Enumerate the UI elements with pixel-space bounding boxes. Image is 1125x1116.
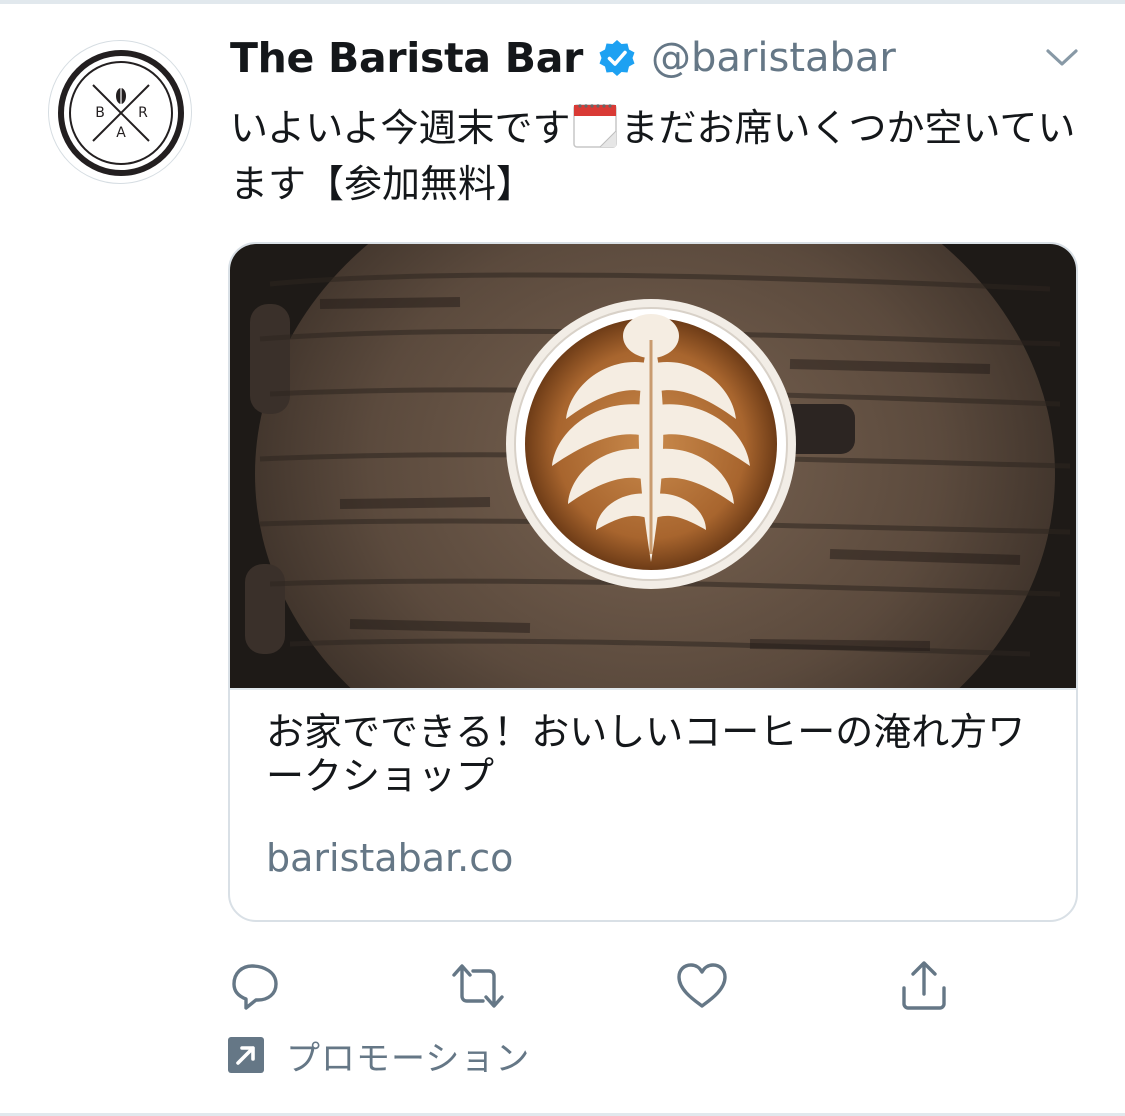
card-domain: baristabar.co [266,836,514,880]
promoted-label: プロモーション [286,1038,531,1079]
calendar-emoji-icon [573,104,618,148]
chevron-down-icon[interactable] [1045,46,1079,70]
reply-icon[interactable] [228,958,284,1014]
author-name[interactable]: The Barista Bar [230,34,583,82]
author-handle[interactable]: @baristabar [651,35,896,81]
tweet-text-part1: いよいよ今週末です [230,106,571,150]
logo-letter-left: B [95,105,105,121]
card-title: お家でできる！おいしいコーヒーの淹れ方ワークショップ [266,710,1026,798]
share-icon[interactable] [896,958,952,1014]
tweet-text: いよいよ今週末です まだお席いくつか空いています【参加無料】 [230,100,1090,212]
card-image [230,244,1076,690]
link-card[interactable]: お家でできる！おいしいコーヒーの淹れ方ワークショップ baristabar.co [228,242,1078,922]
top-divider [0,0,1125,4]
latte-art-image [230,244,1076,688]
verified-badge-icon [599,40,635,76]
promoted-indicator: プロモーション [228,1032,531,1079]
retweet-icon[interactable] [450,958,506,1014]
avatar[interactable]: B R A [48,40,192,184]
heart-icon[interactable] [674,958,730,1014]
logo-letter-right: R [138,105,148,121]
logo-letter-bottom: A [116,125,126,141]
promoted-arrow-icon [228,1037,264,1073]
barista-bar-logo-icon: B R A [58,50,184,176]
tweet-header: The Barista Bar @baristabar [230,30,1085,86]
